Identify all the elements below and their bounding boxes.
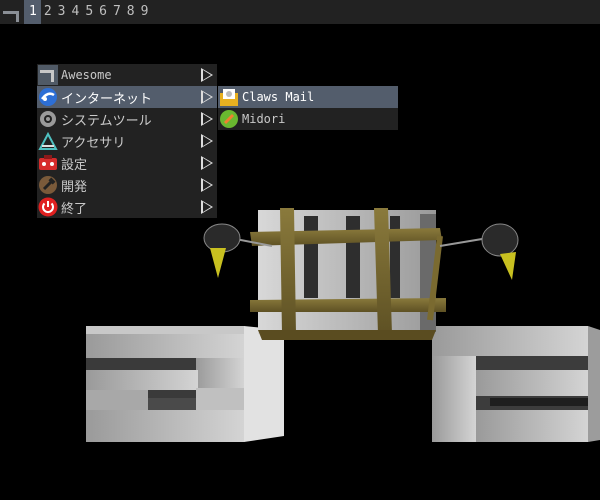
tag-2[interactable]: 2 bbox=[41, 0, 55, 24]
menu-item-quit[interactable]: 終了 bbox=[37, 196, 217, 218]
menu-item-settings[interactable]: 設定 bbox=[37, 152, 217, 174]
internet-icon bbox=[37, 86, 59, 108]
menu-item-system-tools[interactable]: システムツール bbox=[37, 108, 217, 130]
top-bar: 1 2 3 4 5 6 7 8 9 bbox=[0, 0, 600, 24]
menu-item-label: 開発 bbox=[61, 179, 88, 195]
tag-8[interactable]: 8 bbox=[124, 0, 138, 24]
tag-6[interactable]: 6 bbox=[96, 0, 110, 24]
menu-item-development[interactable]: 開発 bbox=[37, 174, 217, 196]
submenu-arrow-icon bbox=[201, 178, 213, 192]
mail-icon bbox=[218, 86, 240, 108]
menu-item-claws-mail[interactable]: Claws Mail bbox=[218, 86, 398, 108]
internet-submenu: Claws Mail Midori bbox=[218, 86, 398, 130]
menu-item-label: Midori bbox=[242, 112, 286, 126]
awesome-icon bbox=[37, 64, 59, 86]
tag-5[interactable]: 5 bbox=[82, 0, 96, 24]
submenu-arrow-icon bbox=[201, 156, 213, 170]
menu-item-label: インターネット bbox=[61, 91, 153, 107]
tag-4[interactable]: 4 bbox=[68, 0, 82, 24]
tag-9[interactable]: 9 bbox=[138, 0, 152, 24]
settings-icon bbox=[37, 152, 59, 174]
awesome-logo-icon[interactable] bbox=[0, 0, 24, 24]
wallpaper-letter-a bbox=[86, 326, 284, 442]
power-icon bbox=[37, 196, 59, 218]
wallpaper-crate bbox=[250, 208, 446, 340]
wallpaper-drill-right bbox=[439, 223, 519, 280]
menu-item-accessories[interactable]: アクセサリ bbox=[37, 130, 217, 152]
submenu-arrow-icon bbox=[201, 134, 213, 148]
taglist: 1 2 3 4 5 6 7 8 9 bbox=[24, 0, 151, 24]
menu-item-internet[interactable]: インターネット bbox=[37, 86, 217, 108]
accessories-icon bbox=[37, 130, 59, 152]
main-menu: Awesome インターネット システムツール アクセサリ 設定 開発 終了 bbox=[37, 64, 217, 218]
submenu-arrow-icon bbox=[201, 68, 213, 82]
tag-3[interactable]: 3 bbox=[55, 0, 69, 24]
menu-item-awesome[interactable]: Awesome bbox=[37, 64, 217, 86]
menu-item-label: 終了 bbox=[61, 201, 88, 217]
menu-item-label: アクセサリ bbox=[61, 135, 126, 151]
system-tools-icon bbox=[37, 108, 59, 130]
submenu-arrow-icon bbox=[201, 200, 213, 214]
midori-icon bbox=[218, 108, 240, 130]
submenu-arrow-icon bbox=[201, 90, 213, 104]
menu-item-label: 設定 bbox=[61, 157, 88, 173]
submenu-arrow-icon bbox=[201, 112, 213, 126]
menu-item-label: システムツール bbox=[61, 113, 152, 129]
wallpaper-letter-e bbox=[432, 326, 600, 442]
menu-item-label: Claws Mail bbox=[242, 90, 315, 104]
tag-7[interactable]: 7 bbox=[110, 0, 124, 24]
development-icon bbox=[37, 174, 59, 196]
menu-item-midori[interactable]: Midori bbox=[218, 108, 398, 130]
tag-1[interactable]: 1 bbox=[24, 0, 41, 24]
menu-item-label: Awesome bbox=[61, 68, 112, 82]
